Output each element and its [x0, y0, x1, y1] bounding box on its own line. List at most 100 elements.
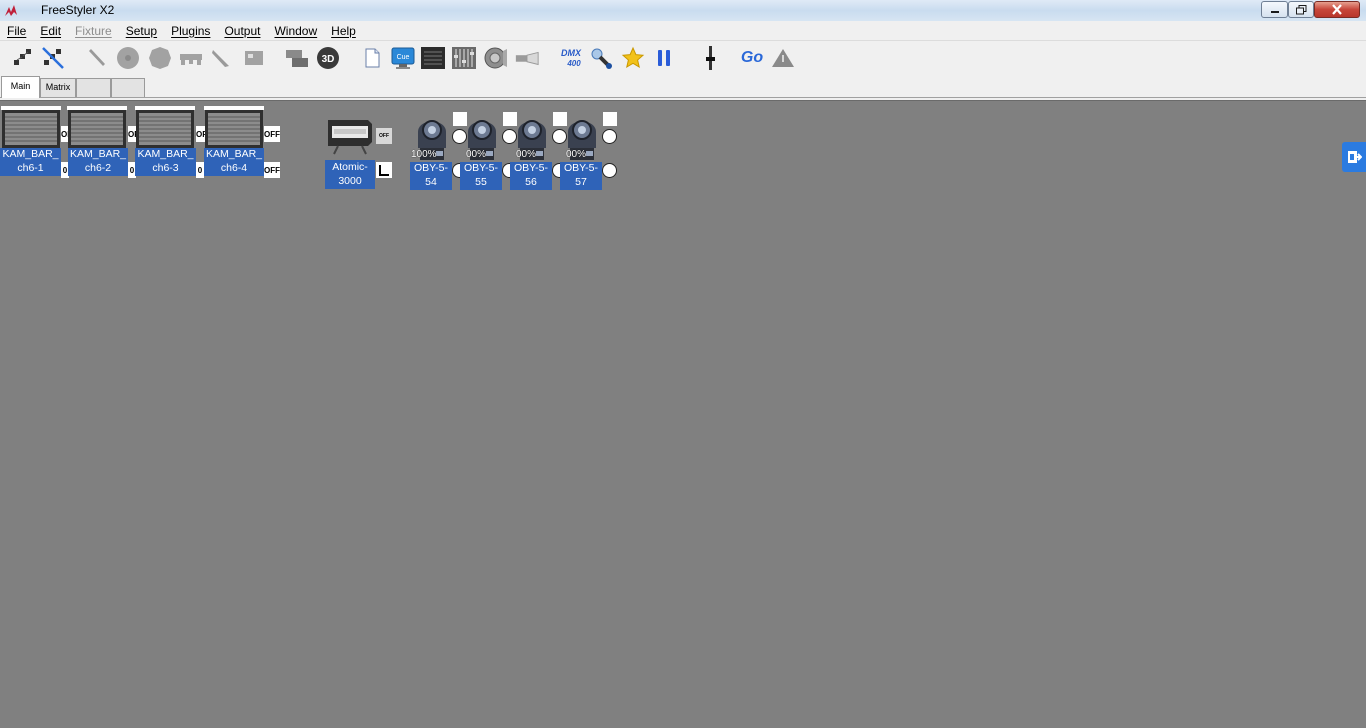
maximize-button[interactable] — [1288, 1, 1314, 18]
menu-output[interactable]: Output — [217, 21, 267, 41]
dmx400-icon: DMX 400 — [561, 48, 582, 68]
fixture-intensity-badge — [376, 162, 392, 178]
pan-tilt-icon — [180, 54, 202, 65]
new-page-button[interactable] — [359, 45, 385, 71]
intensity-icon — [379, 165, 389, 176]
3d-view-button[interactable]: 3D — [315, 45, 341, 71]
led-bar-icon — [135, 106, 195, 148]
led-bar-icon — [204, 106, 264, 148]
beam-icon — [212, 50, 229, 67]
gobo-wheel-icon — [117, 47, 139, 69]
overlay-icon — [286, 50, 308, 67]
menu-edit[interactable]: Edit — [33, 21, 68, 41]
tab-strip: Main Matrix — [0, 76, 1366, 98]
pause-button[interactable] — [651, 45, 677, 71]
smoke-icon — [515, 51, 539, 66]
color-wheel-button[interactable] — [147, 45, 173, 71]
strobe-icon — [89, 49, 105, 66]
fader-button[interactable] — [698, 45, 724, 71]
overlay-button[interactable] — [284, 45, 310, 71]
panel-expand-icon — [1348, 151, 1362, 163]
spotlight-icon — [591, 48, 612, 69]
deselect-button[interactable] — [40, 45, 66, 71]
console-button[interactable] — [420, 45, 446, 71]
fixture-status-dot — [602, 129, 617, 144]
dimmer-readout: 00% — [566, 149, 587, 160]
faders-button[interactable] — [451, 45, 477, 71]
tab-blank-1[interactable] — [76, 78, 111, 97]
shutter-icon — [245, 51, 263, 65]
workspace-divider — [0, 98, 1366, 101]
cue-monitor-icon: Cue — [391, 47, 415, 69]
faders-icon — [452, 47, 476, 69]
fixture-label: Atomic- 3000 — [325, 160, 375, 189]
svg-text:Cue: Cue — [397, 54, 410, 61]
fixture-dim-badge: 0 — [196, 162, 204, 178]
close-icon — [1332, 4, 1342, 15]
select-group-button[interactable] — [10, 45, 36, 71]
tab-main[interactable]: Main — [1, 76, 40, 98]
star-icon — [621, 46, 645, 69]
color-wheel-icon — [149, 47, 171, 69]
tab-blank-2[interactable] — [111, 78, 145, 97]
menu-fixture[interactable]: Fixture — [68, 21, 119, 41]
fixture-label: OBY-5- 55 — [460, 162, 502, 190]
menu-bar: File Edit Fixture Setup Plugins Output W… — [0, 21, 1366, 41]
warning-icon — [772, 49, 794, 67]
fixture-state-badge: OFF — [264, 126, 280, 142]
console-icon — [421, 47, 445, 69]
strobe-button[interactable] — [84, 45, 110, 71]
3d-view-icon: 3D — [317, 47, 339, 69]
svg-text:400: 400 — [566, 59, 581, 68]
menu-file[interactable]: File — [0, 21, 33, 41]
tab-matrix[interactable]: Matrix — [40, 78, 76, 97]
pan-tilt-button[interactable] — [178, 45, 204, 71]
menu-plugins[interactable]: Plugins — [164, 21, 217, 41]
maximize-icon — [1295, 4, 1306, 14]
cue-monitor-button[interactable]: Cue — [390, 45, 416, 71]
fader-icon — [706, 46, 715, 70]
menu-window[interactable]: Window — [267, 21, 324, 41]
strobe-fixture-icon — [328, 120, 372, 155]
side-panel-tab[interactable] — [1342, 142, 1366, 172]
smoke-button[interactable] — [514, 45, 540, 71]
fixture-label: OBY-5- 57 — [560, 162, 602, 190]
fixture-status-dot — [602, 163, 617, 178]
title-bar: FreeStyler X2 — [0, 0, 1366, 21]
warning-button[interactable] — [770, 45, 796, 71]
minimize-icon — [1270, 10, 1279, 13]
gobo-wheel-button[interactable] — [115, 45, 141, 71]
spotlight-button[interactable] — [589, 45, 615, 71]
led-bar-icon — [1, 106, 61, 148]
fixture-label: KAM_BAR_ ch6-4 — [204, 148, 264, 176]
shutter-button[interactable] — [241, 45, 267, 71]
dmx400-button[interactable]: DMX 400 — [557, 45, 587, 71]
new-page-icon — [365, 48, 380, 68]
led-bar-icon — [67, 106, 127, 148]
fixture-state-badge: OFF — [376, 128, 392, 144]
minimize-button[interactable] — [1261, 1, 1288, 18]
app-logo-icon — [5, 5, 17, 16]
fixture-label: KAM_BAR_ ch6-2 — [68, 148, 128, 176]
fixture-label: OBY-5- 54 — [410, 162, 452, 190]
close-button[interactable] — [1314, 1, 1360, 18]
toolbar: 3D Cue DMX 400 Go — [0, 41, 1366, 76]
go-icon: Go — [740, 49, 764, 66]
svg-text:3D: 3D — [322, 54, 335, 65]
speaker-icon — [484, 47, 507, 69]
beam-button[interactable] — [208, 45, 234, 71]
star-button[interactable] — [620, 45, 646, 71]
freestyler-window: FreeStyler X2 File Edit Fixture Setup Pl… — [0, 0, 1366, 728]
fixture-dim-badge: OFF — [264, 162, 280, 178]
window-title: FreeStyler X2 — [41, 3, 115, 17]
fixture-label: KAM_BAR_ ch6-1 — [0, 148, 61, 176]
go-button[interactable]: Go — [738, 45, 766, 71]
svg-text:DMX: DMX — [561, 48, 582, 58]
speaker-button[interactable] — [483, 45, 509, 71]
menu-setup[interactable]: Setup — [119, 21, 164, 41]
fixture-label: KAM_BAR_ ch6-3 — [135, 148, 196, 176]
fixture-label: OBY-5- 56 — [510, 162, 552, 190]
dimmer-readout: 00% — [516, 149, 537, 160]
deselect-icon — [42, 47, 64, 69]
menu-help[interactable]: Help — [324, 21, 363, 41]
